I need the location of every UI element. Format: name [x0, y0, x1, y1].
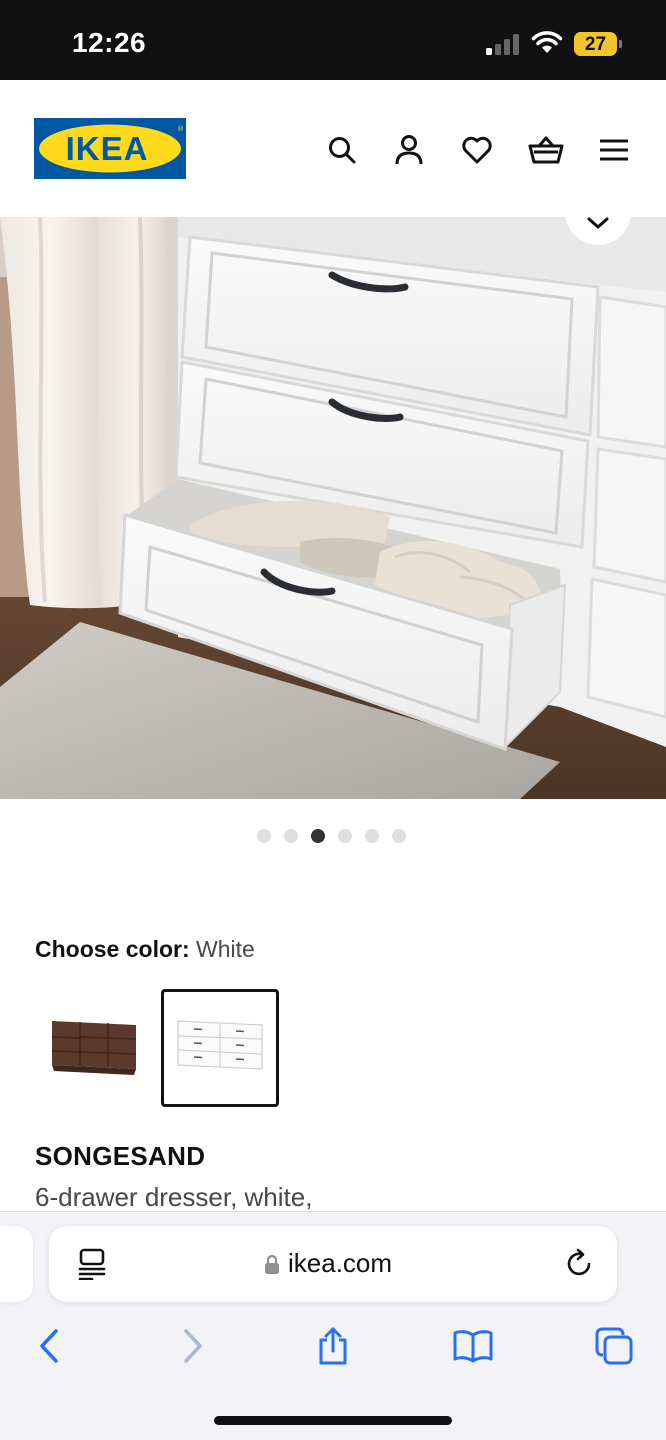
- address-bar[interactable]: ikea.com: [49, 1226, 617, 1302]
- product-description: 6-drawer dresser, white,: [35, 1182, 313, 1212]
- forward-icon: [184, 1329, 202, 1363]
- account-button[interactable]: [391, 132, 427, 168]
- reader-mode-icon[interactable]: [77, 1248, 107, 1280]
- search-button[interactable]: [324, 132, 360, 168]
- lock-icon: [265, 1254, 279, 1274]
- carousel-dot[interactable]: [365, 829, 379, 843]
- home-indicator[interactable]: [214, 1416, 452, 1425]
- search-icon: [329, 137, 356, 164]
- carousel-pagination: [257, 829, 406, 843]
- favorites-button[interactable]: [459, 132, 495, 168]
- carousel-dot[interactable]: [392, 829, 406, 843]
- url-display[interactable]: ikea.com: [264, 1248, 392, 1279]
- status-bar: 12:26 27: [0, 0, 666, 80]
- tabs-icon: [595, 1327, 633, 1365]
- bookmarks-button[interactable]: [451, 1324, 495, 1368]
- back-icon: [40, 1329, 58, 1363]
- selected-color-value: White: [196, 936, 255, 962]
- menu-button[interactable]: [596, 132, 632, 168]
- battery-percent: 27: [584, 34, 607, 55]
- tabs-button[interactable]: [592, 1324, 636, 1368]
- menu-hamburger-icon: [600, 139, 628, 161]
- ikea-logo[interactable]: IKEA ®: [34, 118, 186, 179]
- bookmarks-icon: [453, 1330, 493, 1363]
- color-option-brown[interactable]: [35, 989, 153, 1107]
- shopping-basket-icon: [528, 136, 564, 164]
- reload-icon[interactable]: [564, 1248, 596, 1280]
- cart-button[interactable]: [528, 132, 564, 168]
- carousel-dot[interactable]: [257, 829, 271, 843]
- cellular-signal-icon: [486, 34, 519, 55]
- forward-button[interactable]: [171, 1324, 215, 1368]
- choose-color-label: Choose color: White: [35, 936, 255, 963]
- favorites-heart-icon: [462, 136, 492, 164]
- chevron-down-icon: [587, 217, 609, 229]
- carousel-dot[interactable]: [311, 829, 325, 843]
- choose-color-title: Choose color:: [35, 936, 190, 962]
- share-button[interactable]: [311, 1324, 355, 1368]
- product-name: SONGESAND: [35, 1141, 206, 1171]
- share-icon: [319, 1327, 347, 1365]
- product-image-carousel[interactable]: [0, 217, 666, 799]
- previous-tab-peek[interactable]: [0, 1226, 33, 1302]
- browser-bottom-bar: ikea.com: [0, 1211, 666, 1440]
- battery-indicator: 27: [574, 32, 622, 56]
- url-text: ikea.com: [288, 1248, 393, 1278]
- brown-dresser-thumbnail: [51, 1021, 137, 1075]
- status-time: 12:26: [72, 27, 147, 58]
- logo-text: IKEA: [66, 130, 149, 167]
- white-dresser-thumbnail: [177, 1020, 263, 1070]
- wifi-icon: [531, 31, 563, 53]
- back-button[interactable]: [27, 1324, 71, 1368]
- svg-text:®: ®: [177, 125, 184, 133]
- color-option-white[interactable]: [161, 989, 279, 1107]
- account-icon: [395, 135, 423, 165]
- carousel-dot[interactable]: [284, 829, 298, 843]
- carousel-dot[interactable]: [338, 829, 352, 843]
- product-photo: [0, 217, 666, 799]
